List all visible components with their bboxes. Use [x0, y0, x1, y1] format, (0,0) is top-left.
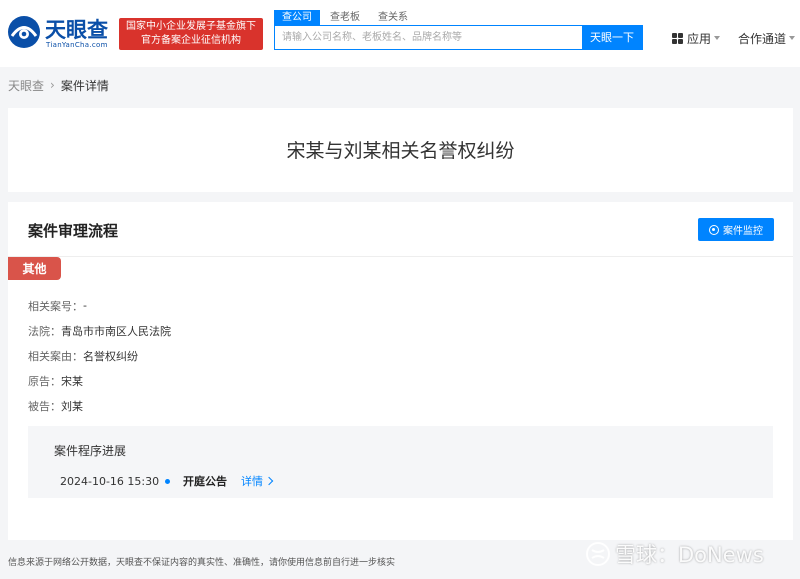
case-info-list: 相关案号： - 法院： 青岛市市南区人民法院 相关案由： 名誉权纠纷 原告： 宋…: [28, 293, 171, 418]
breadcrumb-home-link[interactable]: 天眼查: [8, 77, 44, 94]
case-title-card: 宋某与刘某相关名誉权纠纷: [8, 108, 793, 192]
apps-menu-label: 应用: [687, 31, 712, 46]
breadcrumb-current: 案件详情: [60, 78, 109, 93]
info-value: 青岛市市南区人民法院: [61, 324, 171, 338]
search-input[interactable]: [275, 26, 583, 49]
progress-title: 案件程序进展: [54, 444, 127, 458]
case-monitor-button[interactable]: 案件监控: [698, 218, 774, 241]
search-box: 天眼一下: [274, 25, 643, 50]
chevron-down-icon: [714, 36, 721, 40]
info-row-plaintiff: 原告： 宋某: [28, 368, 171, 393]
tab-search-company[interactable]: 查公司: [274, 10, 320, 26]
cooperation-menu[interactable]: 合作通道: [738, 28, 796, 48]
info-label: 相关案号：: [28, 299, 83, 313]
search-tabs: 查公司 查老板 查关系: [274, 10, 418, 26]
info-label: 相关案由：: [28, 349, 83, 363]
info-label: 原告：: [28, 374, 61, 388]
info-row-defendant: 被告： 刘某: [28, 393, 171, 418]
info-value: 刘某: [61, 399, 83, 413]
progress-detail-label: 详情: [241, 475, 263, 488]
info-row-case-number: 相关案号： -: [28, 293, 171, 318]
watermark-text: 雪球：DoNews: [615, 543, 764, 567]
chevron-down-icon: [789, 36, 796, 40]
divider: [8, 256, 793, 257]
cooperation-menu-label: 合作通道: [738, 31, 787, 46]
timeline-dot-icon: [165, 478, 170, 484]
apps-grid-icon: [672, 32, 683, 44]
info-value: -: [83, 299, 87, 312]
info-label: 法院：: [28, 324, 61, 338]
logo-eye-icon: [8, 16, 40, 48]
tab-search-boss[interactable]: 查老板: [322, 10, 368, 26]
credential-banner: 国家中小企业发展子基金旗下 官方备案企业征信机构: [119, 18, 263, 50]
info-value: 宋某: [61, 374, 83, 388]
search-button[interactable]: 天眼一下: [582, 26, 642, 49]
breadcrumb-separator-icon: ›: [50, 78, 55, 92]
logo-text-en: TianYanCha.com: [46, 41, 108, 49]
progress-event: 开庭公告: [183, 475, 227, 488]
info-label: 被告：: [28, 399, 61, 413]
case-process-card: 案件审理流程 案件监控 其他 相关案号： - 法院： 青岛市市南区人民法院 相关…: [8, 202, 793, 540]
breadcrumb: 天眼查 › 案件详情: [8, 76, 109, 94]
chevron-right-icon: [264, 476, 274, 486]
banner-line-2: 官方备案企业征信机构: [141, 35, 241, 46]
snowball-logo-icon: [586, 542, 610, 566]
progress-date: 2024-10-16 15:30: [60, 474, 160, 488]
info-row-court: 法院： 青岛市市南区人民法院: [28, 318, 171, 343]
monitor-camera-icon: [709, 224, 719, 235]
case-type-tag: 其他: [8, 257, 61, 280]
section-title: 案件审理流程: [28, 222, 119, 240]
logo-text-cn: 天眼查: [45, 18, 108, 42]
tab-search-relation[interactable]: 查关系: [370, 10, 416, 26]
case-monitor-label: 案件监控: [723, 226, 763, 237]
progress-detail-link[interactable]: 详情: [241, 473, 274, 489]
banner-line-1: 国家中小企业发展子基金旗下: [126, 21, 256, 32]
watermark: 雪球：DoNews: [585, 539, 764, 569]
progress-item: 2024-10-16 15:30 开庭公告 详情: [60, 473, 274, 489]
apps-menu[interactable]: 应用: [672, 28, 721, 48]
page-title: 宋某与刘某相关名誉权纠纷: [286, 140, 515, 162]
info-row-cause: 相关案由： 名誉权纠纷: [28, 343, 171, 368]
info-value: 名誉权纠纷: [83, 349, 138, 363]
disclaimer-text: 信息来源于网络公开数据，天眼查不保证内容的真实性、准确性，请你使用信息前自行进一…: [8, 558, 396, 568]
tianyancha-logo[interactable]: 天眼查 TianYanCha.com: [7, 14, 117, 52]
case-progress-box: 案件程序进展 2024-10-16 15:30 开庭公告 详情: [28, 426, 773, 498]
top-header: 天眼查 TianYanCha.com 国家中小企业发展子基金旗下 官方备案企业征…: [0, 0, 800, 67]
